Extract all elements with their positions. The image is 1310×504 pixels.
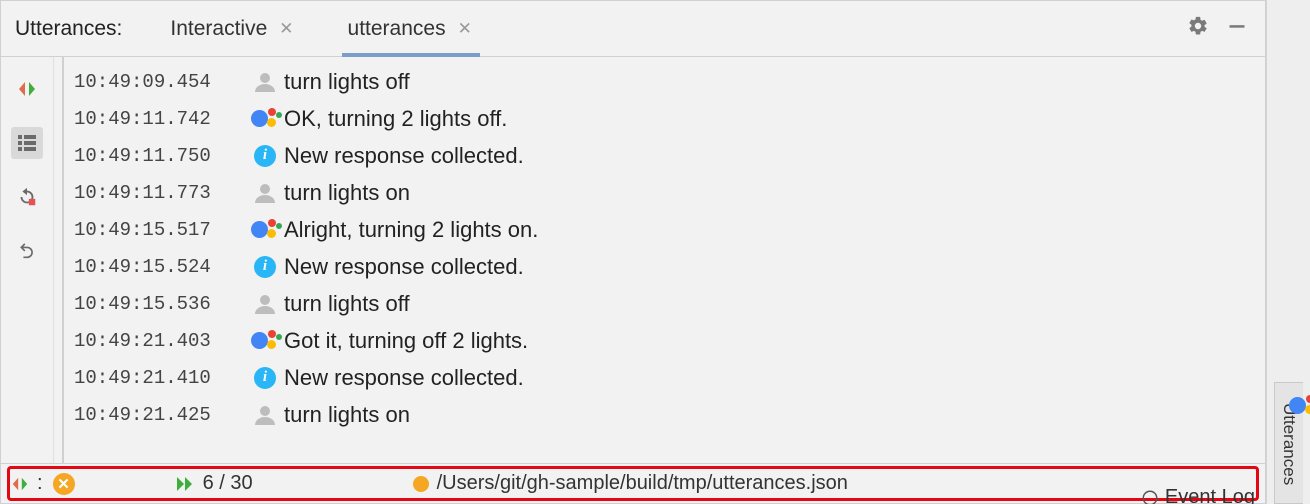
timestamp: 10:49:11.773 (74, 182, 246, 204)
user-icon (253, 403, 277, 427)
log-row: 10:49:15.517 Alright, turning 2 lights on… (74, 211, 1265, 248)
step-icon[interactable]: : (11, 472, 43, 495)
timestamp: 10:49:09.454 (74, 71, 246, 93)
undo-icon[interactable] (11, 235, 43, 267)
info-icon: i (254, 256, 276, 278)
log-panel: 10:49:09.454 turn lights off 10:49:11.742 O… (53, 57, 1265, 463)
log-message: turn lights on (284, 402, 410, 428)
close-icon[interactable]: ✕ (456, 17, 474, 41)
event-log-label: Event Log (1165, 486, 1255, 504)
assistant-icon (251, 108, 279, 130)
step-icon[interactable] (11, 73, 43, 105)
log-row: 10:49:21.410 i New response collected. (74, 359, 1265, 396)
log-row: 10:49:11.750 i New response collected. (74, 137, 1265, 174)
log-message: New response collected. (284, 365, 524, 391)
list-view-icon[interactable] (11, 127, 43, 159)
side-tab-label: Utterances (1279, 403, 1299, 485)
error-icon[interactable]: ✕ (53, 473, 75, 495)
timestamp: 10:49:15.524 (74, 256, 246, 278)
user-icon (253, 70, 277, 94)
log-message: New response collected. (284, 254, 524, 280)
fast-forward-icon[interactable] (175, 475, 195, 493)
assistant-icon (251, 330, 279, 352)
log-message: turn lights off (284, 291, 410, 317)
timestamp: 10:49:15.536 (74, 293, 246, 315)
user-icon (253, 292, 277, 316)
close-icon[interactable]: ✕ (277, 17, 295, 41)
timestamp: 10:49:11.742 (74, 108, 246, 130)
log-message: New response collected. (284, 143, 524, 169)
log-message: turn lights off (284, 69, 410, 95)
user-icon (253, 181, 277, 205)
info-icon: i (254, 367, 276, 389)
colon-label: : (37, 472, 43, 495)
timestamp: 10:49:15.517 (74, 219, 246, 241)
event-log-link[interactable]: Event Log (1141, 486, 1255, 504)
timestamp: 10:49:21.425 (74, 404, 246, 426)
progress-text: 6 / 30 (203, 472, 253, 495)
file-path: /Users/git/gh-sample/build/tmp/utterance… (437, 472, 848, 495)
tool-column (1, 57, 53, 463)
status-dot-icon (413, 476, 429, 492)
log-message: turn lights on (284, 180, 410, 206)
info-icon: i (254, 145, 276, 167)
log-row: 10:49:11.773 turn lights on (74, 174, 1265, 211)
log-message: Alright, turning 2 lights on. (284, 217, 538, 243)
run-progress: 6 / 30 (175, 472, 253, 495)
log-row: 10:49:09.454 turn lights off (74, 63, 1265, 100)
log-row: 10:49:15.524 i New response collected. (74, 248, 1265, 285)
log-message: Got it, turning off 2 lights. (284, 328, 528, 354)
panel-header: Utterances: Interactive ✕ utterances ✕ (1, 1, 1265, 57)
log-row: 10:49:15.536 turn lights off (74, 285, 1265, 322)
panel-title: Utterances: (15, 17, 122, 41)
right-gutter: Utterances (1266, 0, 1310, 504)
minimize-icon[interactable] (1223, 12, 1251, 45)
timestamp: 10:49:21.403 (74, 330, 246, 352)
log-row: 10:49:21.425 turn lights on (74, 396, 1265, 433)
assistant-icon (251, 219, 279, 241)
rerun-icon[interactable] (11, 181, 43, 213)
status-bar: : ✕ 6 / 30 /Users/git/gh-sample/build/tm… (1, 463, 1265, 503)
log-row: 10:49:21.403 Got it, turning off 2 lights… (74, 322, 1265, 359)
timestamp: 10:49:11.750 (74, 145, 246, 167)
timestamp: 10:49:21.410 (74, 367, 246, 389)
log-message: OK, turning 2 lights off. (284, 106, 507, 132)
side-tab-utterances[interactable]: Utterances (1274, 382, 1303, 504)
event-log-icon (1141, 489, 1159, 504)
tab-utterances[interactable]: utterances ✕ (342, 1, 480, 56)
file-path-segment: /Users/git/gh-sample/build/tmp/utterance… (413, 472, 848, 495)
gear-icon[interactable] (1183, 11, 1213, 46)
tab-label: Interactive (170, 17, 267, 41)
log-row: 10:49:11.742 OK, turning 2 lights off. (74, 100, 1265, 137)
tab-label: utterances (348, 17, 446, 41)
tab-interactive[interactable]: Interactive ✕ (164, 1, 301, 56)
